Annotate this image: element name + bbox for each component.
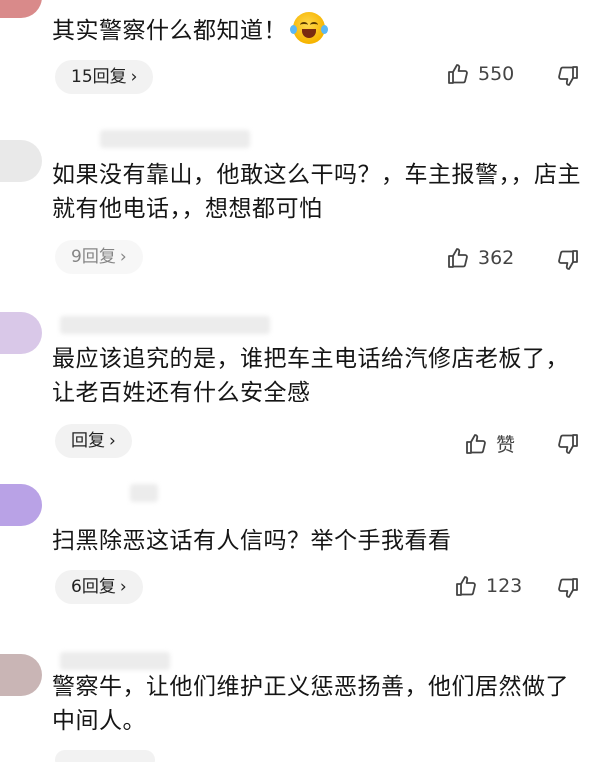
- thumbs-down-icon: [558, 578, 578, 598]
- chevron-right-icon: ›: [119, 577, 127, 597]
- like-count: 550: [478, 63, 515, 85]
- comment-text: 扫黑除恶这话有人信吗？举个手我看看: [52, 528, 452, 554]
- thumbs-up-icon: [448, 64, 468, 84]
- reply-button[interactable]: 15回复 ›: [55, 60, 154, 94]
- rolling-laugh-emoji-icon: [290, 12, 328, 44]
- comment-meta: [130, 484, 158, 502]
- avatar[interactable]: [0, 312, 42, 354]
- like-count: 362: [478, 247, 515, 269]
- chevron-right-icon: ›: [109, 431, 116, 451]
- chevron-right-icon: ›: [119, 247, 127, 267]
- comment-item: 最应该追究的是，谁把车主电话给汽修店老板了，让老百姓还有什么安全感 回复 › 赞: [0, 312, 600, 482]
- chevron-right-icon: ›: [130, 67, 138, 87]
- reply-button[interactable]: 6回复 ›: [55, 570, 143, 604]
- thumbs-down-icon: [558, 434, 578, 454]
- reply-button[interactable]: 回复 ›: [55, 424, 132, 458]
- comment-meta: [60, 316, 270, 334]
- thumbs-down-icon: [558, 66, 578, 86]
- like-button[interactable]: 赞: [464, 430, 515, 457]
- like-button[interactable]: 550: [446, 62, 514, 86]
- dislike-button[interactable]: [556, 248, 580, 276]
- like-count: 赞: [496, 434, 516, 456]
- comment-item: 警察牛，让他们维护正义惩恶扬善，他们居然做了中间人。: [0, 650, 600, 762]
- thumbs-down-icon: [558, 250, 578, 270]
- avatar[interactable]: [0, 484, 42, 526]
- comment-item: 扫黑除恶这话有人信吗？举个手我看看 6回复 › 123: [0, 484, 600, 614]
- comment-text: 如果没有靠山，他敢这么干吗？，车主报警，，店主就有他电话，，想想都可怕: [52, 162, 581, 222]
- avatar[interactable]: [0, 140, 42, 182]
- dislike-button[interactable]: [556, 576, 580, 604]
- avatar[interactable]: [0, 0, 42, 18]
- comment-item: 其实警察什么都知道！ 15回复 › 550: [0, 0, 600, 110]
- reply-button[interactable]: [55, 750, 155, 762]
- comment-meta: [100, 130, 250, 148]
- reply-button[interactable]: 9回复 ›: [55, 240, 143, 274]
- comment-text: 警察牛，让他们维护正义惩恶扬善，他们居然做了中间人。: [52, 674, 569, 734]
- comment-text: 其实警察什么都知道！: [52, 12, 592, 48]
- like-button[interactable]: 123: [454, 574, 522, 598]
- dislike-button[interactable]: [556, 64, 580, 92]
- thumbs-up-icon: [448, 248, 468, 268]
- like-count: 123: [486, 575, 523, 597]
- comment-text: 最应该追究的是，谁把车主电话给汽修店老板了，让老百姓还有什么安全感: [52, 346, 569, 406]
- thumbs-up-icon: [466, 433, 486, 454]
- comment-item: 如果没有靠山，他敢这么干吗？，车主报警，，店主就有他电话，，想想都可怕 9回复 …: [0, 130, 600, 300]
- like-button[interactable]: 362: [446, 246, 514, 270]
- comment-feed: 其实警察什么都知道！ 15回复 › 550 如果没有靠山，他敢这么干吗？，车主报…: [0, 0, 600, 762]
- comment-meta: [60, 652, 170, 670]
- thumbs-up-icon: [456, 576, 476, 596]
- avatar[interactable]: [0, 654, 42, 696]
- dislike-button[interactable]: [556, 432, 580, 460]
